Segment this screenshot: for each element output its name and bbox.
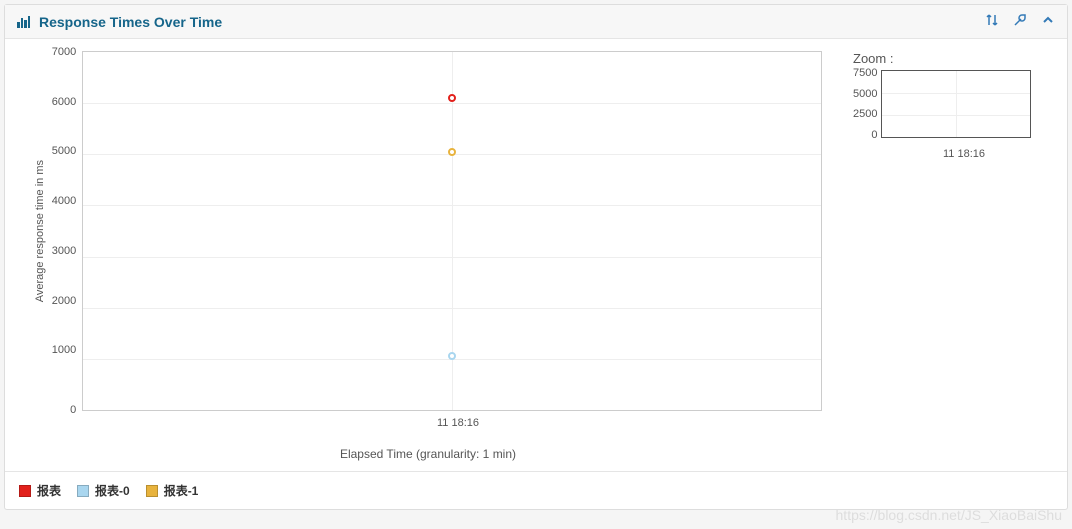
zoom-x-tick: 11 18:16 [943, 148, 985, 160]
y-tick: 3000 [52, 245, 76, 257]
legend-label: 报表-0 [95, 482, 130, 499]
y-tick: 4000 [52, 195, 76, 207]
y-tick: 2000 [52, 295, 76, 307]
panel-actions [985, 13, 1055, 30]
chart-legend: 报表 报表-0 报表-1 [5, 471, 1067, 509]
legend-item-2[interactable]: 报表-1 [146, 482, 199, 499]
x-axis-label: Elapsed Time (granularity: 1 min) [340, 447, 516, 461]
legend-item-0[interactable]: 报表 [19, 482, 61, 499]
data-point[interactable] [448, 94, 456, 102]
zoom-plot[interactable] [881, 70, 1031, 138]
zoom-y-tick: 0 [853, 129, 877, 141]
data-point[interactable] [448, 352, 456, 360]
panel-header: Response Times Over Time [5, 5, 1067, 39]
y-ticks: 7000 6000 5000 4000 3000 2000 1000 0 [52, 51, 82, 411]
chart-panel: Response Times Over Time Average respons… [4, 4, 1068, 510]
zoom-y-tick: 2500 [853, 108, 877, 120]
collapse-icon[interactable] [1041, 13, 1055, 30]
panel-body: Average response time in ms 7000 6000 50… [5, 39, 1067, 471]
legend-label: 报表 [37, 482, 61, 499]
y-tick: 7000 [52, 46, 76, 58]
bar-chart-icon [17, 16, 31, 28]
zoom-title: Zoom : [853, 51, 1053, 66]
y-tick: 6000 [52, 96, 76, 108]
x-tick: 11 18:16 [437, 417, 479, 429]
main-chart: Average response time in ms 7000 6000 50… [19, 51, 853, 461]
legend-label: 报表-1 [164, 482, 199, 499]
y-tick: 1000 [52, 344, 76, 356]
zoom-y-tick: 5000 [853, 88, 877, 100]
x-ticks: 11 18:16 [88, 411, 828, 429]
sort-icon[interactable] [985, 13, 999, 30]
plot-area[interactable] [82, 51, 822, 411]
legend-swatch [77, 485, 89, 497]
y-tick: 5000 [52, 145, 76, 157]
y-axis-label: Average response time in ms [34, 160, 46, 302]
legend-swatch [19, 485, 31, 497]
zoom-y-tick: 7500 [853, 67, 877, 79]
y-tick: 0 [52, 404, 76, 416]
panel-title: Response Times Over Time [39, 14, 985, 30]
legend-swatch [146, 485, 158, 497]
data-point[interactable] [448, 148, 456, 156]
zoom-panel: Zoom : 7500 5000 2500 0 11 18:16 [853, 51, 1053, 160]
legend-item-1[interactable]: 报表-0 [77, 482, 130, 499]
zoom-x-ticks: 11 18:16 [889, 144, 1039, 160]
wrench-icon[interactable] [1013, 13, 1027, 30]
zoom-y-ticks: 7500 5000 2500 0 [853, 67, 881, 141]
